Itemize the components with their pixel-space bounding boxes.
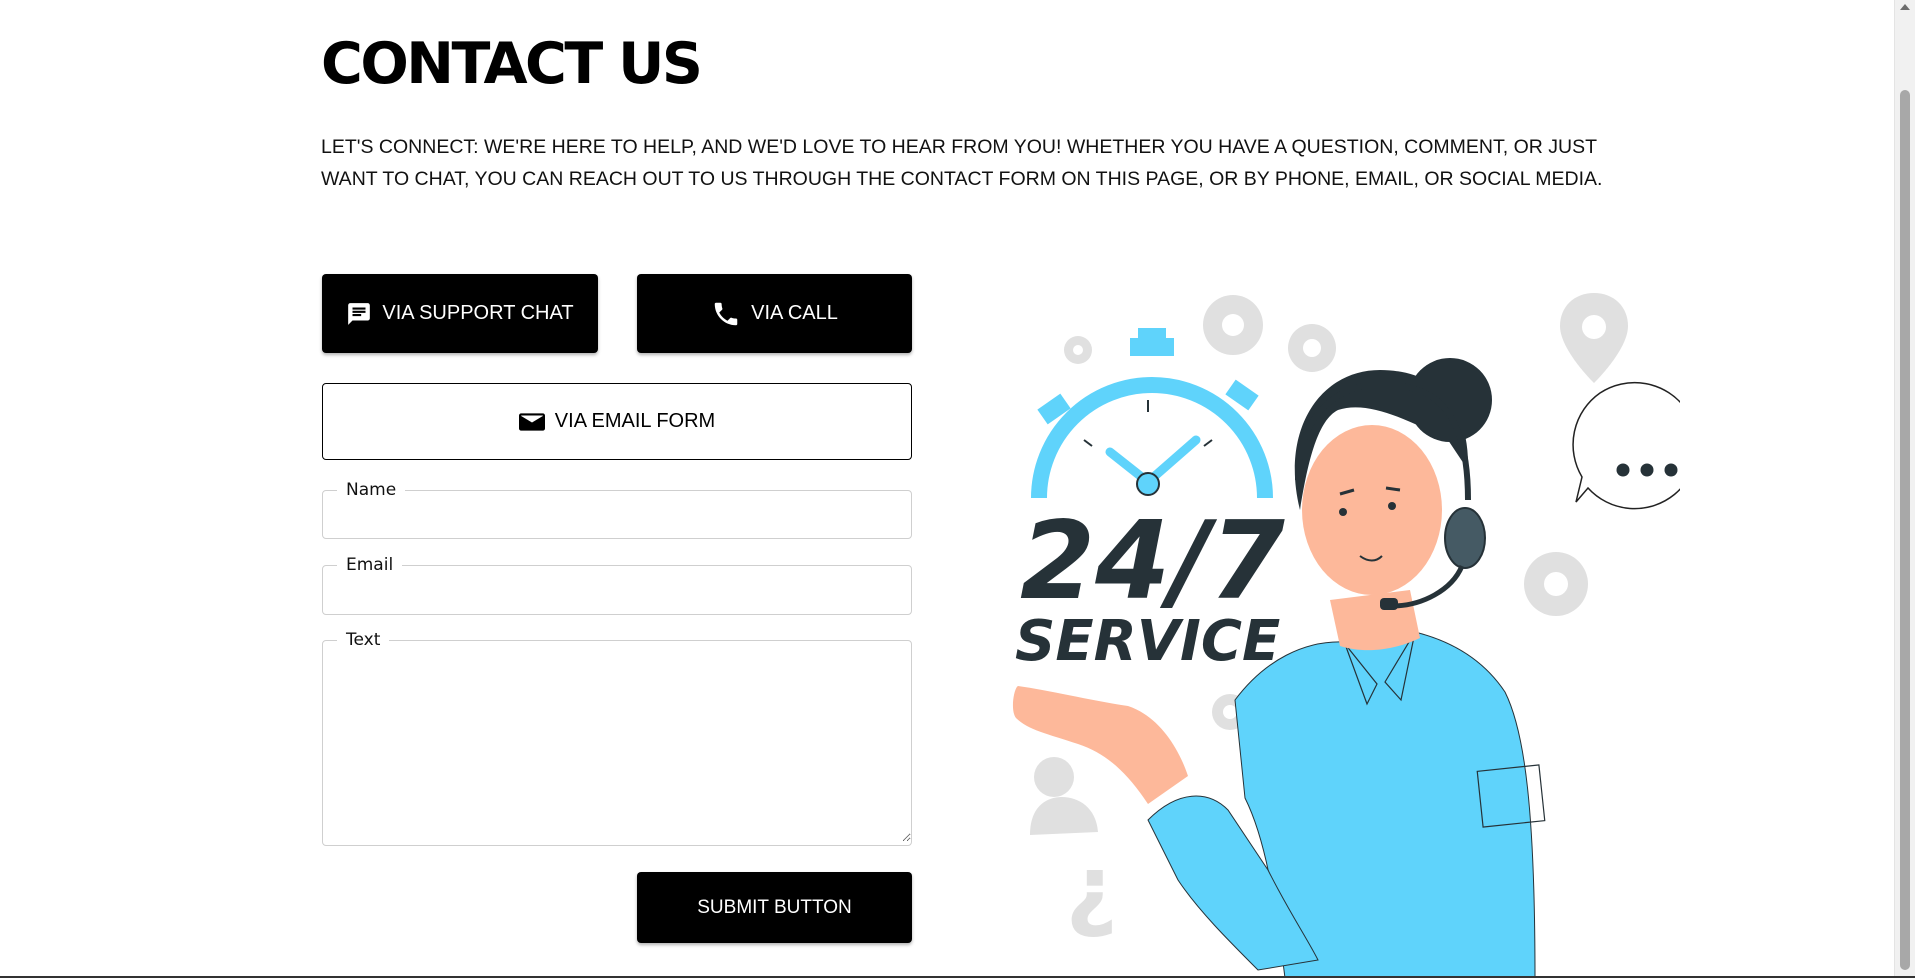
via-support-chat-button[interactable]: VIA SUPPORT CHAT	[322, 274, 598, 353]
name-field: Name	[322, 482, 912, 539]
scroll-up-arrow-icon[interactable]	[1900, 4, 1910, 10]
mail-icon	[518, 411, 545, 433]
via-email-form-label: VIA EMAIL FORM	[554, 410, 716, 432]
service-subline: SERVICE	[1015, 609, 1280, 674]
customer-service-illustration: ? 24/7 SERVICE	[1012, 293, 1680, 978]
text-input[interactable]	[323, 648, 911, 842]
via-support-chat-label: VIA SUPPORT CHAT	[382, 302, 574, 324]
name-input[interactable]	[323, 498, 911, 536]
email-input[interactable]	[323, 573, 911, 611]
phone-icon	[711, 299, 741, 329]
via-call-button[interactable]: VIA CALL	[637, 274, 912, 353]
vertical-scrollbar[interactable]	[1894, 0, 1915, 978]
email-field: Email	[322, 557, 912, 615]
page-title: CONTACT US	[321, 31, 703, 97]
question-mark-icon: ?	[1066, 848, 1118, 953]
intro-text: LET'S CONNECT: WE'RE HERE TO HELP, AND W…	[321, 136, 1603, 190]
submit-button[interactable]: SUBMIT BUTTON	[637, 872, 912, 943]
service-headline: 24/7	[1020, 499, 1285, 624]
scrollbar-thumb[interactable]	[1900, 90, 1910, 970]
speech-bubble-icon	[1572, 381, 1680, 510]
chat-icon	[346, 301, 372, 327]
submit-label: SUBMIT BUTTON	[697, 896, 852, 918]
email-label: Email	[346, 555, 394, 575]
text-field: Text	[322, 632, 912, 846]
via-email-form-button[interactable]: VIA EMAIL FORM	[322, 383, 912, 460]
via-call-label: VIA CALL	[751, 302, 838, 324]
user-icon	[1030, 757, 1098, 835]
name-label: Name	[346, 480, 397, 500]
text-label: Text	[346, 630, 381, 650]
